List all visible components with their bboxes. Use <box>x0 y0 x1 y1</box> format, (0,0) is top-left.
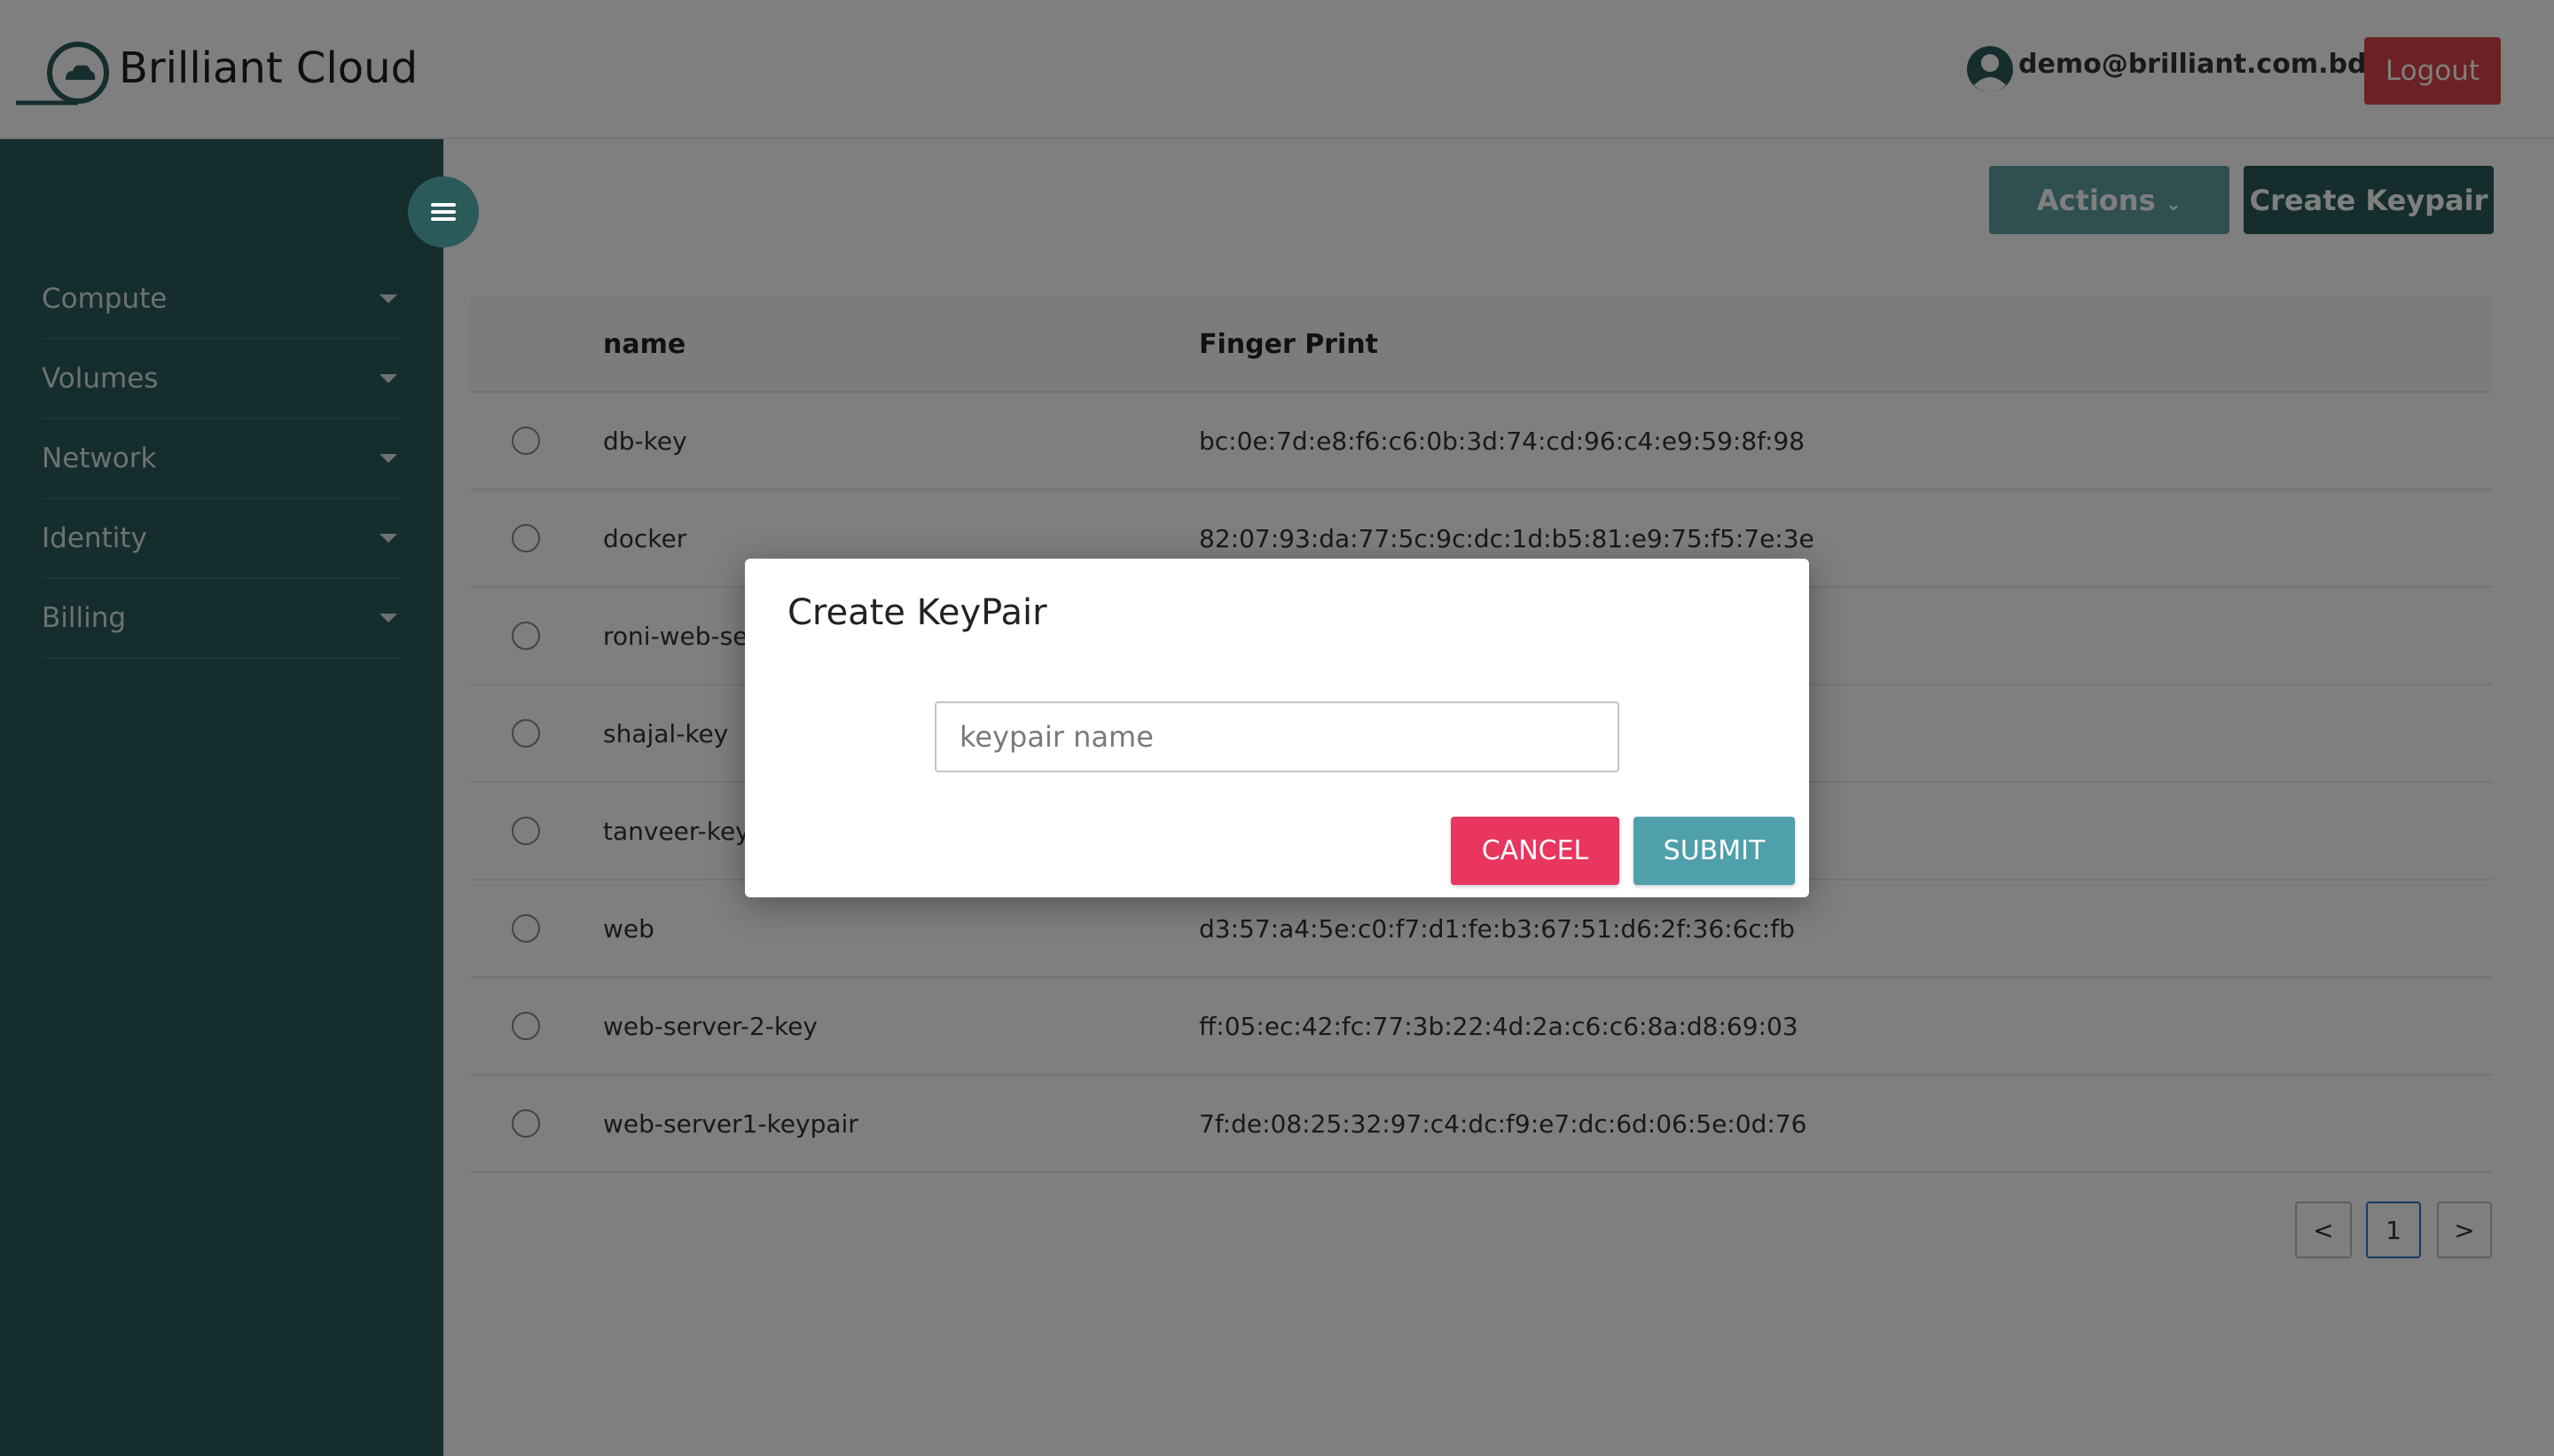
dialog-title: Create KeyPair <box>787 592 1047 633</box>
hamburger-icon <box>431 203 456 221</box>
create-keypair-dialog: Create KeyPair CANCEL SUBMIT <box>745 559 1809 897</box>
submit-button[interactable]: SUBMIT <box>1633 817 1795 885</box>
menu-toggle-button[interactable] <box>408 176 479 247</box>
cancel-button[interactable]: CANCEL <box>1451 817 1619 885</box>
keypair-name-input[interactable] <box>935 701 1619 772</box>
